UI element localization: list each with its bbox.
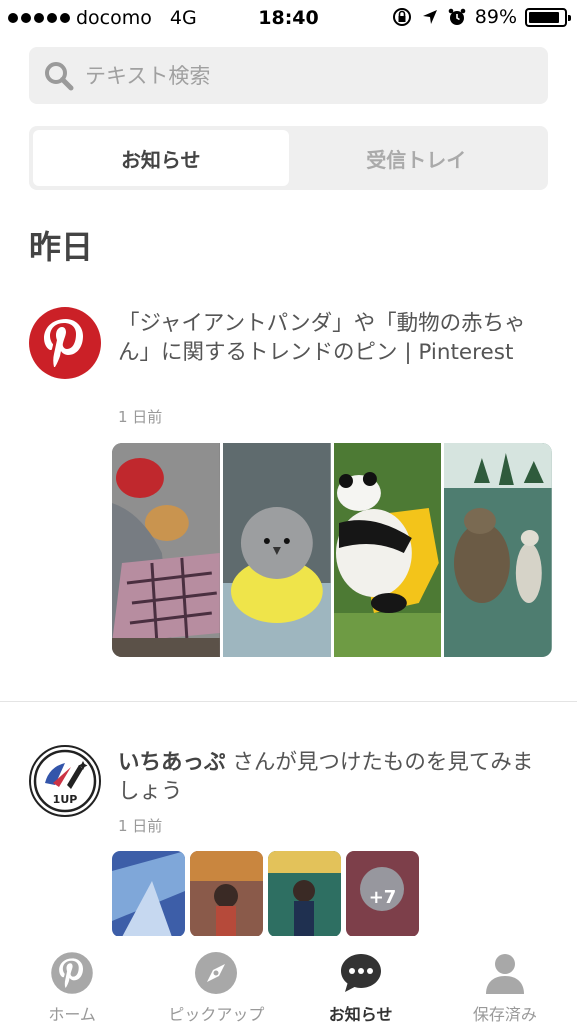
tab-notifications[interactable]: お知らせ (33, 130, 289, 186)
notification-time: 1 日前 (118, 817, 163, 835)
rotation-lock-icon (392, 8, 411, 26)
section-title: 昨日 (29, 228, 94, 266)
status-right: 89% (391, 6, 571, 28)
tab-home[interactable]: ホーム (0, 936, 144, 1024)
tab-inbox[interactable]: 受信トレイ (289, 130, 545, 186)
tab-pickup[interactable]: ピックアップ (144, 936, 288, 1024)
thumbnail-image[interactable] (268, 851, 341, 937)
person-icon (483, 951, 527, 995)
divider (0, 701, 577, 702)
tab-label: 保存済み (472, 1005, 537, 1024)
battery-level (529, 11, 560, 23)
thumbnail-image[interactable]: +7 (346, 851, 419, 937)
battery-icon (525, 7, 571, 27)
pinterest-logo-icon[interactable] (29, 307, 101, 379)
pin-image-bird[interactable] (222, 443, 331, 657)
pin-image-panda[interactable] (333, 443, 442, 657)
1up-logo[interactable]: 1UP (29, 745, 101, 817)
notification-text[interactable]: いちあっぷ さんが見つけたものを見てみましょう (118, 748, 538, 806)
tab-bar: ホーム ピックアップ お知らせ 保存済み (0, 936, 577, 1024)
user-name[interactable]: いちあっぷ (118, 750, 226, 775)
thumbnail-image[interactable] (112, 851, 185, 937)
search-icon (45, 61, 74, 90)
thumbnail-row: +7 (112, 851, 419, 937)
1up-logo-text: 1UP (53, 793, 78, 806)
pinterest-home-icon (50, 951, 94, 995)
battery-percent: 89% (474, 6, 517, 28)
tab-label: ピックアップ (168, 1005, 265, 1024)
compass-icon (194, 951, 238, 995)
pin-image-grid[interactable] (112, 443, 552, 657)
alarm-icon (448, 8, 466, 25)
notification-time: 1 日前 (118, 408, 163, 426)
status-bar: docomo 4G 18:40 89% (0, 0, 577, 38)
tab-notifications-nav[interactable]: お知らせ (289, 936, 433, 1024)
chat-bubble-icon (339, 951, 383, 995)
search-bar[interactable] (29, 47, 548, 104)
thumbnail-image[interactable] (190, 851, 263, 937)
tab-label: ホーム (48, 1005, 96, 1024)
location-arrow-icon (422, 10, 437, 24)
more-count-badge: +7 (368, 887, 397, 908)
pin-image-dog[interactable] (112, 443, 220, 657)
tab-label: お知らせ (328, 1005, 393, 1024)
search-input[interactable] (85, 63, 525, 88)
notification-text[interactable]: 「ジャイアントパンダ」や「動物の赤ちゃん」に関するトレンドのピン | Pinte… (118, 309, 538, 367)
segmented-control: お知らせ 受信トレイ (29, 126, 548, 190)
tab-saved[interactable]: 保存済み (433, 936, 577, 1024)
pin-image-bears[interactable] (444, 443, 552, 657)
